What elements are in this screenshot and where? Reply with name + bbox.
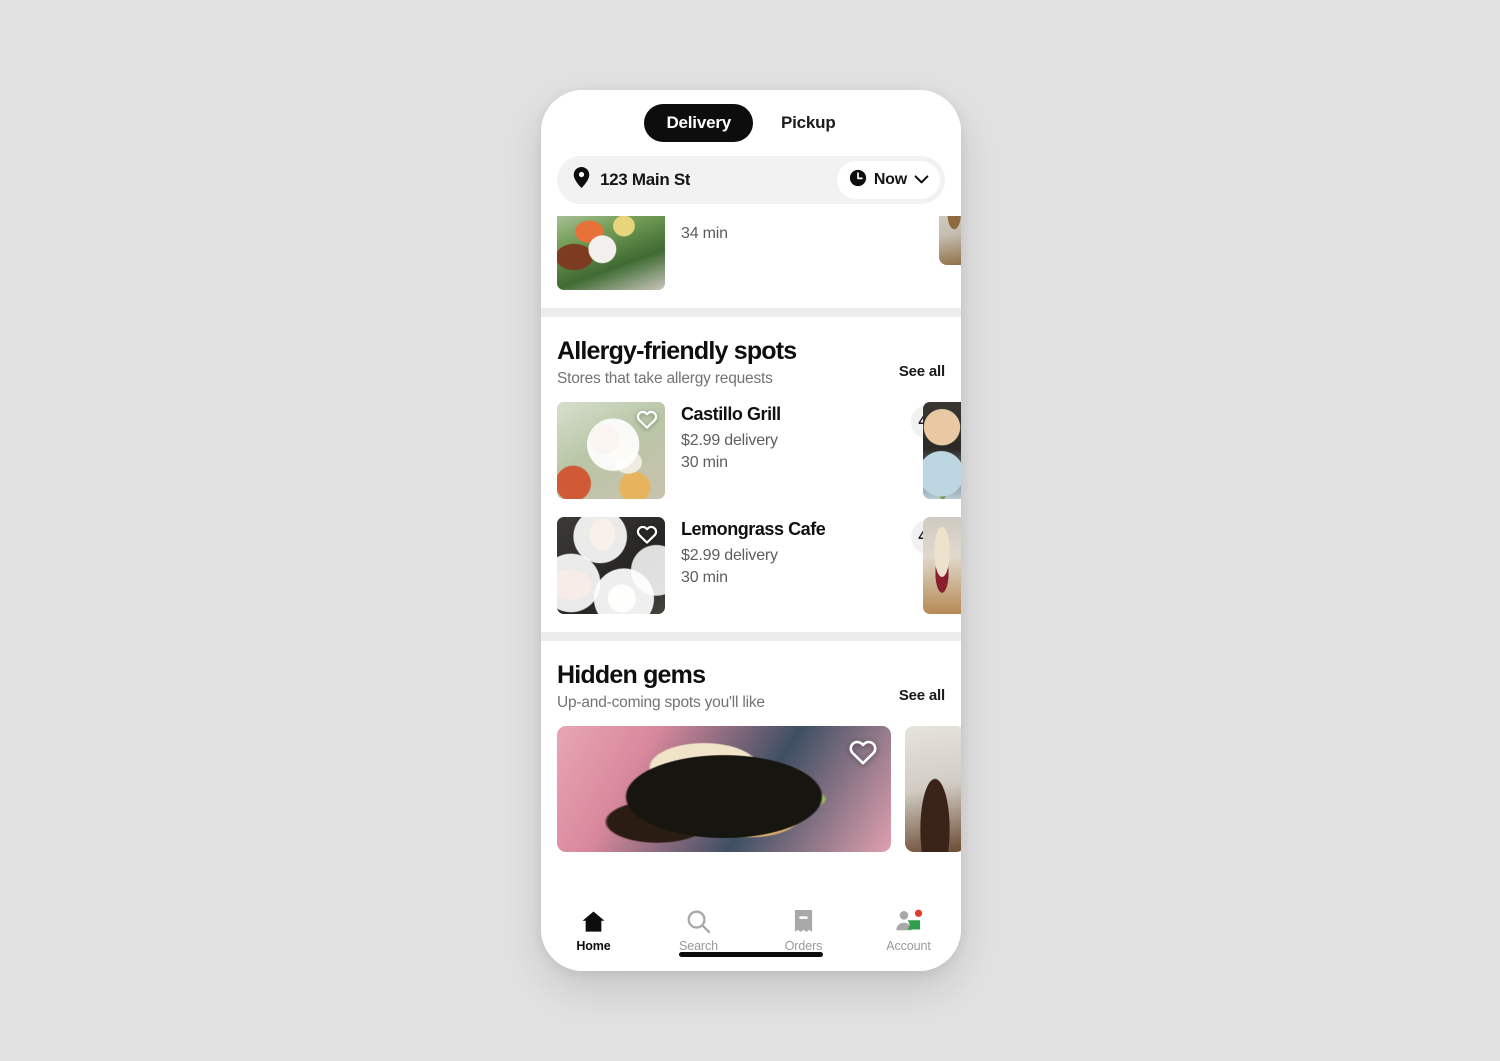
search-icon	[686, 908, 711, 934]
store-eta: 30 min	[681, 454, 728, 472]
store-info: Lemongrass Cafe $2.99 delivery 30 min	[681, 517, 895, 590]
receipt-icon	[793, 908, 814, 934]
tab-account-label: Account	[886, 939, 931, 953]
tab-search[interactable]: Search	[646, 908, 751, 953]
address-selector[interactable]: 123 Main St	[573, 167, 837, 193]
store-name: Lemongrass Cafe	[681, 518, 826, 539]
tab-pickup[interactable]: Pickup	[759, 104, 858, 142]
bottom-tab-bar: Home Search Orders Account	[541, 899, 961, 971]
address-bar[interactable]: 123 Main St Now	[557, 156, 945, 204]
carousel-peek-thumbnail	[923, 401, 961, 499]
section-allergy-friendly-spots: Allergy-friendly spots Stores that take …	[541, 317, 961, 632]
account-icon	[895, 908, 923, 934]
chevron-down-icon	[914, 171, 929, 189]
carousel-peek-thumbnail	[923, 516, 961, 614]
notification-badge	[914, 909, 922, 917]
heart-icon[interactable]	[848, 738, 878, 770]
section-title: Hidden gems	[557, 660, 706, 689]
see-all-link-hidden-gems[interactable]: See all	[899, 661, 945, 704]
phone-mockup: 34 min Allergy-friendly spots Stores tha…	[541, 90, 961, 971]
store-thumbnail	[557, 401, 665, 499]
tab-search-label: Search	[678, 939, 718, 953]
store-row[interactable]: Castillo Grill $2.99 delivery 30 min 4.4	[557, 401, 961, 517]
app-screen: 34 min Allergy-friendly spots Stores tha…	[541, 90, 961, 971]
hero-store-card[interactable]	[557, 725, 891, 852]
schedule-selector[interactable]: Now	[836, 161, 940, 199]
location-pin-icon	[573, 167, 590, 193]
tab-delivery[interactable]: Delivery	[644, 104, 753, 142]
section-subtitle: Stores that take allergy requests	[557, 369, 773, 387]
hidden-gems-carousel[interactable]	[557, 725, 961, 856]
address-text: 123 Main St	[600, 170, 691, 189]
screenshot-stage: 34 min Allergy-friendly spots Stores tha…	[0, 0, 1500, 1061]
section-divider	[541, 308, 961, 317]
section-hidden-gems: Hidden gems Up-and-coming spots you'll l…	[541, 640, 961, 856]
store-eta: 30 min	[681, 569, 728, 587]
store-list: Castillo Grill $2.99 delivery 30 min 4.4	[557, 401, 961, 632]
tab-orders-label: Orders	[784, 939, 823, 953]
heart-icon[interactable]	[636, 409, 658, 434]
clock-icon	[849, 169, 867, 192]
section-subtitle: Up-and-coming spots you'll like	[557, 693, 765, 711]
delivery-pickup-toggle: Delivery Pickup	[557, 104, 945, 142]
home-icon	[581, 908, 606, 934]
see-all-link-allergy-friendly[interactable]: See all	[899, 337, 945, 380]
tab-home[interactable]: Home	[541, 908, 646, 953]
store-row[interactable]: Lemongrass Cafe $2.99 delivery 30 min 4.…	[557, 516, 961, 632]
section-divider	[541, 631, 961, 641]
store-delivery-fee: $2.99 delivery	[681, 546, 778, 564]
tab-home-label: Home	[576, 939, 611, 953]
hero-store-card-peek[interactable]	[905, 725, 961, 852]
home-indicator	[679, 952, 823, 957]
store-thumbnail	[557, 516, 665, 614]
store-delivery-fee: $2.99 delivery	[681, 431, 778, 449]
tab-orders[interactable]: Orders	[751, 908, 856, 953]
tab-account[interactable]: Account	[856, 908, 961, 953]
section-title: Allergy-friendly spots	[557, 337, 797, 365]
app-header: Delivery Pickup 123 Main St Now	[541, 90, 961, 216]
section-header: Hidden gems Up-and-coming spots you'll l…	[557, 661, 945, 712]
schedule-text: Now	[873, 171, 907, 188]
section-header: Allergy-friendly spots Stores that take …	[557, 337, 945, 388]
heart-icon[interactable]	[636, 524, 658, 549]
store-info: Castillo Grill $2.99 delivery 30 min	[681, 402, 895, 475]
store-name: Castillo Grill	[681, 403, 781, 424]
